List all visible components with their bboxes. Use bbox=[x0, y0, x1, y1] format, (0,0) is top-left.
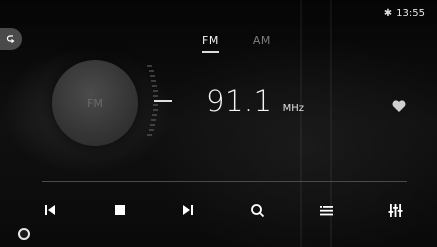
frequency-needle bbox=[154, 100, 172, 102]
next-button[interactable] bbox=[178, 200, 198, 220]
frequency-value: 91.1 bbox=[206, 84, 273, 118]
bluetooth-icon: ✱ bbox=[383, 8, 393, 19]
search-icon bbox=[250, 203, 264, 217]
search-button[interactable] bbox=[247, 200, 267, 220]
divider bbox=[42, 181, 407, 182]
frequency-display: 91.1 MHz bbox=[206, 84, 304, 118]
skip-previous-icon bbox=[45, 205, 55, 215]
clock: 13:55 bbox=[396, 8, 425, 19]
equalizer-icon bbox=[388, 203, 402, 217]
stop-button[interactable] bbox=[110, 200, 130, 220]
list-icon bbox=[319, 205, 333, 215]
tab-fm[interactable]: FM bbox=[202, 34, 219, 53]
playback-controls bbox=[0, 200, 437, 220]
stop-icon bbox=[115, 205, 125, 215]
skip-next-icon bbox=[183, 205, 193, 215]
band-tabs: FM AM bbox=[202, 34, 271, 53]
previous-button[interactable] bbox=[40, 200, 60, 220]
station-list-button[interactable] bbox=[316, 200, 336, 220]
home-indicator[interactable] bbox=[18, 228, 30, 240]
heart-icon[interactable] bbox=[391, 98, 407, 114]
frequency-unit: MHz bbox=[282, 103, 304, 114]
tab-am[interactable]: AM bbox=[253, 34, 271, 47]
radio-screen: ✱ 13:55 FM AM FM 91.1 MHz bbox=[0, 0, 437, 247]
status-bar: ✱ 13:55 bbox=[384, 8, 425, 19]
equalizer-button[interactable] bbox=[385, 200, 405, 220]
